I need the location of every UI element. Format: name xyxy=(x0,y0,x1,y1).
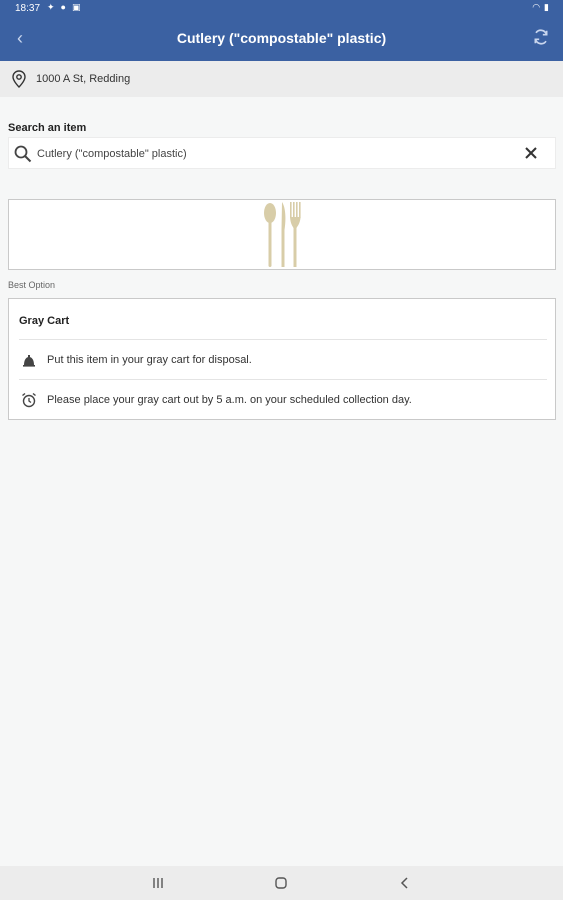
page-title: Cutlery ("compostable" plastic) xyxy=(176,30,387,46)
alarm-clock-icon xyxy=(19,391,39,409)
app-bar: ‹ Cutlery ("compostable" plastic) xyxy=(0,18,563,61)
disposal-card: Gray Cart Put this item in your gray car… xyxy=(8,298,556,420)
card-row-text: Put this item in your gray cart for disp… xyxy=(47,354,252,366)
system-back-button[interactable] xyxy=(395,874,415,892)
search-input[interactable] xyxy=(35,143,519,165)
recent-apps-button[interactable] xyxy=(148,874,168,892)
search-box xyxy=(8,137,556,169)
cutlery-illustration xyxy=(264,202,301,267)
search-icon xyxy=(14,145,32,163)
status-bar: 18:37 ✦ ● ▣ ◠ ▮ xyxy=(0,0,563,18)
battery-icon: ▮ xyxy=(544,2,549,12)
status-time: 18:37 xyxy=(15,3,41,14)
item-image xyxy=(8,199,556,270)
location-status-icon: ✦ xyxy=(47,2,55,12)
card-divider xyxy=(19,339,547,340)
card-row-disposal: Put this item in your gray cart for disp… xyxy=(19,351,252,369)
location-bar[interactable]: 1000 A St, Redding xyxy=(0,61,563,97)
card-row-text: Please place your gray cart out by 5 a.m… xyxy=(47,394,412,406)
location-pin-icon xyxy=(12,70,26,88)
best-option-label: Best Option xyxy=(8,280,56,290)
navigation-bar xyxy=(0,866,563,900)
mic-status-icon: ● xyxy=(60,2,66,12)
wifi-icon: ◠ xyxy=(532,2,541,12)
card-title: Gray Cart xyxy=(19,315,70,327)
search-label: Search an item xyxy=(8,122,87,134)
card-divider xyxy=(19,379,547,380)
home-button[interactable] xyxy=(271,874,291,892)
download-status-icon: ▣ xyxy=(71,2,81,12)
card-row-schedule: Please place your gray cart out by 5 a.m… xyxy=(19,391,412,409)
status-system-icons: ◠ ▮ xyxy=(532,2,549,13)
refresh-icon[interactable] xyxy=(531,27,551,47)
bell-icon xyxy=(19,351,39,369)
location-address: 1000 A St, Redding xyxy=(36,73,131,85)
clear-search-icon[interactable] xyxy=(521,143,541,163)
status-notification-icons: ✦ ● ▣ xyxy=(47,2,81,13)
